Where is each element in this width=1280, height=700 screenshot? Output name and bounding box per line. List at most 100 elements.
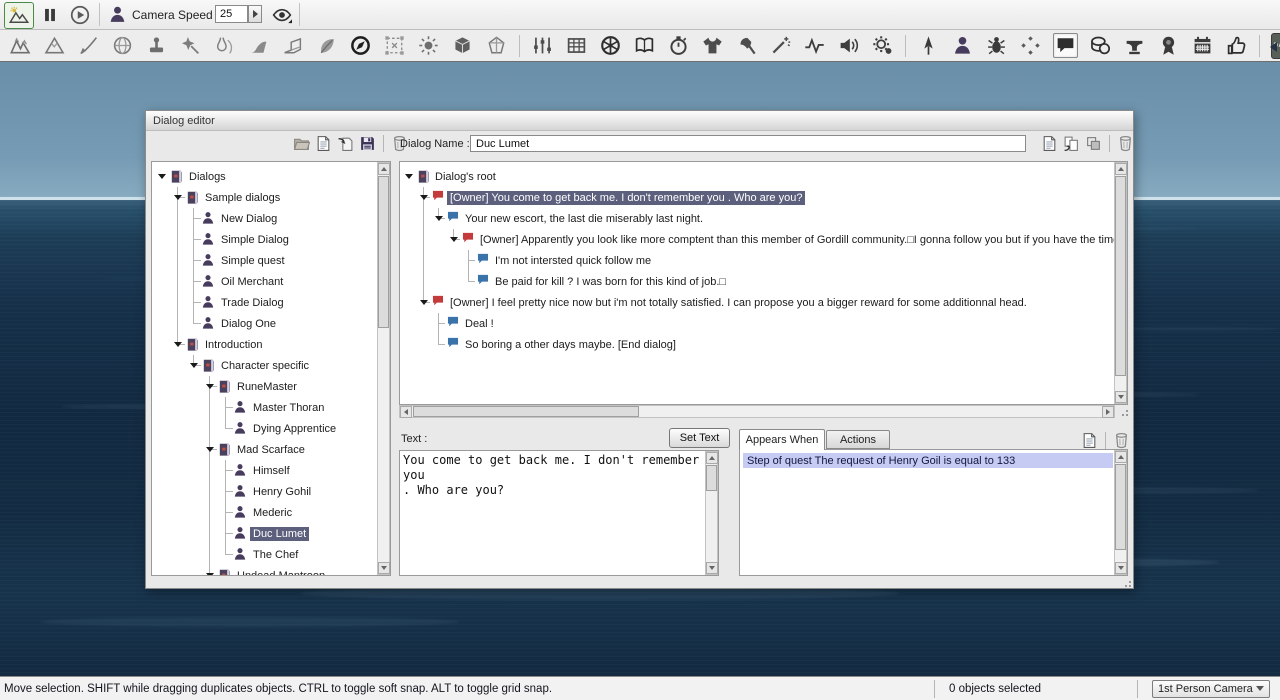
dialog-node[interactable]: Dialog's root (400, 166, 1128, 187)
pause-icon[interactable] (36, 2, 64, 27)
dialog-text-input[interactable]: You come to get back me. I don't remembe… (399, 450, 719, 576)
leaf-icon[interactable] (315, 34, 338, 57)
expand-arrow-icon[interactable] (420, 300, 428, 305)
scroll-down-icon[interactable] (378, 562, 390, 574)
scroll-thumb[interactable] (1115, 464, 1126, 550)
dialog-node[interactable]: I'm not intersted quick follow me (400, 250, 1128, 271)
tree-item[interactable]: Himself (152, 460, 391, 481)
tree-item-label[interactable]: Dying Apprentice (250, 422, 339, 436)
anvil-icon[interactable] (1123, 34, 1146, 57)
magic-wand-icon[interactable] (769, 34, 792, 57)
scroll-left-icon[interactable] (400, 406, 412, 418)
expand-arrow-icon[interactable] (435, 216, 443, 221)
tree-item[interactable]: Introduction (152, 334, 391, 355)
condition-row[interactable]: Step of quest The request of Henry Goil … (743, 453, 1113, 468)
set-text-button[interactable]: Set Text (669, 428, 730, 448)
visibility-eye-icon[interactable] (268, 2, 296, 27)
dialogs-tree-scrollbar[interactable] (377, 162, 390, 575)
camera-speed-stepper[interactable] (248, 5, 262, 23)
camera-mode-dropdown[interactable]: 1st Person Camera (1152, 680, 1270, 698)
tree-item-label[interactable]: Trade Dialog (218, 296, 287, 310)
award-ribbon-icon[interactable] (1157, 34, 1180, 57)
ramp-icon[interactable] (247, 34, 270, 57)
camera-speed-input[interactable]: 25 (215, 5, 248, 23)
tree-item[interactable]: New Dialog (152, 208, 391, 229)
scroll-thumb[interactable] (378, 176, 389, 328)
tree-item-label[interactable]: Dialog One (218, 317, 279, 331)
dialog-node[interactable]: [Owner] Apparently you look like more co… (400, 229, 1128, 250)
water-icon[interactable] (213, 34, 236, 57)
compass-icon[interactable] (349, 34, 372, 57)
landscape-view-icon[interactable] (4, 2, 34, 29)
open-book-icon[interactable] (633, 34, 656, 57)
save-icon[interactable] (358, 134, 377, 153)
splitter-grip[interactable] (1119, 407, 1128, 416)
mountain-icon[interactable] (43, 34, 66, 57)
tree-item[interactable]: Simple Dialog (152, 229, 391, 250)
expand-arrow-icon[interactable] (206, 573, 214, 576)
scroll-down-icon[interactable] (1115, 562, 1127, 574)
window-title[interactable]: Dialog editor (146, 111, 1133, 131)
tree-item-label[interactable]: Undead Mantroop (234, 569, 328, 577)
tree-item-label[interactable]: Master Thoran (250, 401, 327, 415)
dialog-name-input[interactable]: Duc Lumet (470, 135, 1026, 152)
dialog-bubble-icon[interactable] (1053, 33, 1078, 58)
character-person-icon[interactable] (103, 2, 131, 27)
dialog-node[interactable]: Your new escort, the last die miserably … (400, 208, 1128, 229)
prism-icon[interactable] (485, 34, 508, 57)
tree-item[interactable]: Dialogs (152, 166, 391, 187)
expand-arrow-icon[interactable] (206, 384, 214, 389)
bug-icon[interactable] (985, 34, 1008, 57)
dart-pin-icon[interactable] (917, 34, 940, 57)
shirt-icon[interactable] (701, 34, 724, 57)
coins-icon[interactable] (1089, 34, 1112, 57)
select-area-icon[interactable] (383, 34, 406, 57)
scroll-thumb[interactable] (706, 465, 717, 491)
delete-trash-icon[interactable] (1112, 431, 1131, 450)
tree-item-label[interactable]: The Chef (250, 548, 301, 562)
dialog-tree-hscrollbar[interactable] (399, 405, 1115, 418)
tree-item-label[interactable]: Himself (250, 464, 293, 478)
tree-item[interactable]: Dying Apprentice (152, 418, 391, 439)
node-graph-icon[interactable] (1019, 34, 1042, 57)
scroll-thumb[interactable] (1115, 176, 1126, 376)
delete-trash-icon[interactable] (1116, 134, 1135, 153)
tree-item[interactable]: Mad Scarface (152, 439, 391, 460)
scroll-up-icon[interactable] (1115, 163, 1127, 175)
tree-item-label[interactable]: Be paid for kill ? I was born for this k… (492, 275, 729, 289)
tree-item-label[interactable]: Henry Gohil (250, 485, 314, 499)
scroll-right-icon[interactable] (1102, 406, 1114, 418)
stopwatch-icon[interactable] (667, 34, 690, 57)
expand-arrow-icon[interactable] (158, 174, 166, 179)
dialog-node[interactable]: [Owner] You come to get back me. I don't… (400, 187, 1128, 208)
expand-arrow-icon[interactable] (190, 363, 198, 368)
tree-item-label[interactable]: [Owner] Apparently you look like more co… (477, 233, 1122, 247)
data-table-icon[interactable] (565, 34, 588, 57)
expand-arrow-icon[interactable] (206, 447, 214, 452)
globe-icon[interactable] (111, 34, 134, 57)
import-document-icon[interactable] (336, 134, 355, 153)
tree-item-label[interactable]: RuneMaster (234, 380, 300, 394)
expand-arrow-icon[interactable] (174, 342, 182, 347)
dialog-node[interactable]: Be paid for kill ? I was born for this k… (400, 271, 1128, 292)
new-document-icon[interactable] (1080, 431, 1099, 450)
tree-item-label[interactable]: So boring a other days maybe. [End dialo… (462, 338, 679, 352)
tree-item-label[interactable]: Oil Merchant (218, 275, 286, 289)
tree-item-label[interactable]: New Dialog (218, 212, 280, 226)
duplicate-document-icon[interactable] (1084, 134, 1103, 153)
sun-icon[interactable] (417, 34, 440, 57)
tree-item-label[interactable]: Simple quest (218, 254, 288, 268)
tab-appears-when[interactable]: Appears When (739, 429, 825, 450)
axe-icon[interactable] (735, 34, 758, 57)
expand-arrow-icon[interactable] (420, 195, 428, 200)
dialog-node[interactable]: So boring a other days maybe. [End dialo… (400, 334, 1128, 355)
tree-item[interactable]: Undead Mantroop (152, 565, 391, 576)
tree-item-label[interactable]: I'm not intersted quick follow me (492, 254, 654, 268)
tree-item-label[interactable]: Dialogs (186, 170, 229, 184)
tree-item[interactable]: Oil Merchant (152, 271, 391, 292)
tree-item[interactable]: Mederic (152, 502, 391, 523)
pulse-icon[interactable] (803, 34, 826, 57)
tree-item[interactable]: Duc Lumet (152, 523, 391, 544)
tree-item[interactable]: Simple quest (152, 250, 391, 271)
tree-item[interactable]: Henry Gohil (152, 481, 391, 502)
